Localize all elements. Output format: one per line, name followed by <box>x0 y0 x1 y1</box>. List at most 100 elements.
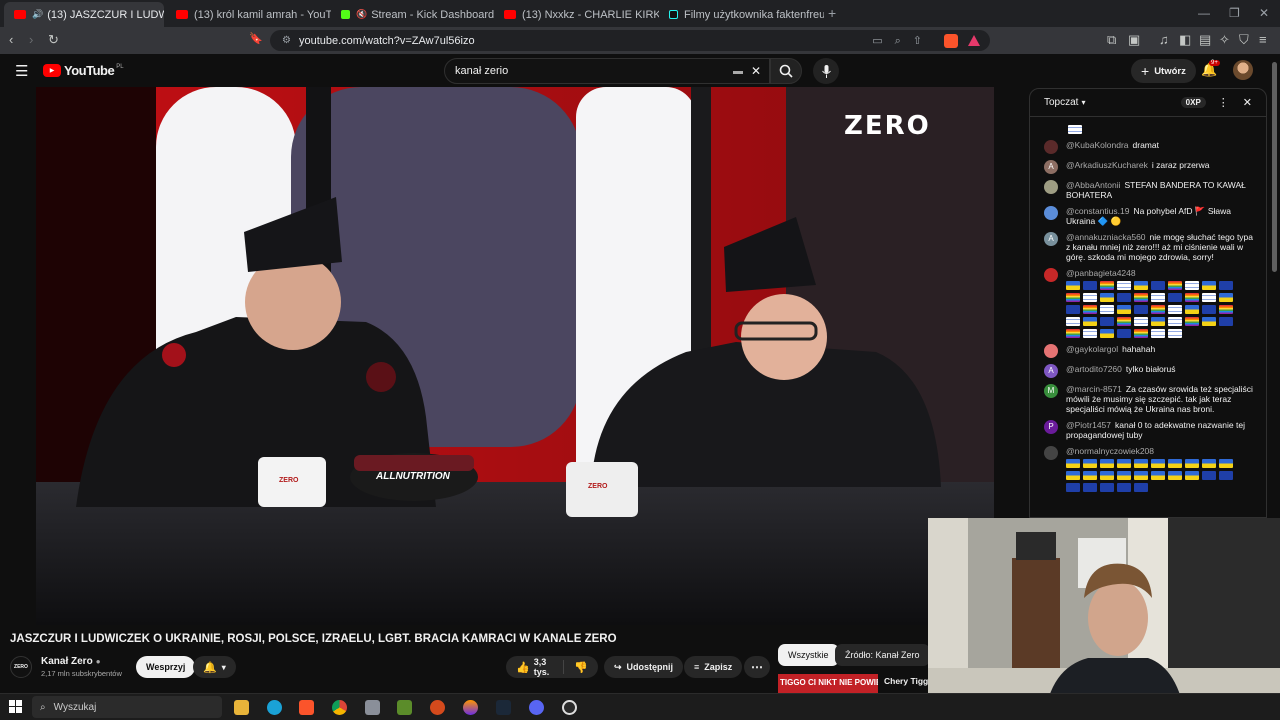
browser-tab-2[interactable]: (13) król kamil amrah - YouTube <box>166 2 331 27</box>
voice-search-button[interactable] <box>813 58 839 84</box>
tab-title: Stream - Kick Dashboard <box>371 8 495 21</box>
edge-icon[interactable] <box>267 700 282 715</box>
brave-rewards-icon[interactable] <box>968 35 980 46</box>
channel-watermark-logo: ZERO <box>844 111 931 141</box>
flags-row <box>1030 117 1266 137</box>
channel-name[interactable]: Kanał Zero ● <box>41 656 101 667</box>
address-bar[interactable]: ⚙ youtube.com/watch?v=ZAw7ul56izo ▭⌕⇧ <box>270 30 990 51</box>
mug-logo-left: ZERO <box>279 477 299 484</box>
youtube-logo[interactable]: ▶ YouTube PL <box>43 63 124 78</box>
brave-icon[interactable] <box>299 700 314 715</box>
chat-mode-dropdown[interactable]: Topczat <box>1044 97 1078 108</box>
like-count: 3,3 tys. <box>533 657 550 677</box>
keyboard-icon[interactable]: ▬ <box>733 66 743 77</box>
chat-avatar <box>1044 344 1058 358</box>
hamburger-menu-icon[interactable]: ☰ <box>15 62 28 80</box>
app-icon[interactable] <box>365 700 380 715</box>
chat-author[interactable]: @constantius.19 <box>1066 206 1129 216</box>
menu-icon[interactable]: ≡ <box>1259 32 1267 47</box>
reload-icon[interactable]: ↻ <box>48 32 59 48</box>
maximize-icon[interactable]: ❐ <box>1229 6 1240 20</box>
chrome-icon[interactable] <box>332 700 347 715</box>
forward-icon[interactable]: › <box>29 32 33 47</box>
address-bar-icons[interactable]: ▭⌕⇧ <box>872 34 934 48</box>
chat-author[interactable]: @normalnyczowiek208 <box>1066 446 1154 456</box>
chevron-down-icon[interactable]: ▾ <box>1081 98 1085 107</box>
dislike-button[interactable]: 👎 <box>564 661 598 674</box>
recommended-thumbnail[interactable]: TIGGO CI NIKT NIE POWIE <box>778 674 878 693</box>
windows-start-icon[interactable] <box>9 700 22 713</box>
channel-avatar[interactable]: ZERO <box>10 656 32 678</box>
like-button[interactable]: 👍 3,3 tys. <box>506 657 565 677</box>
chat-close-icon[interactable]: ✕ <box>1243 96 1252 109</box>
filter-chip-source[interactable]: Źródło: Kanał Zero <box>835 644 930 666</box>
tab-title: Filmy użytkownika faktenfreundlich ( <box>684 8 824 21</box>
browser-tab-4[interactable]: (13) Nxxkz - CHARLIE KIRK FUNK (Of <box>494 2 659 27</box>
chat-author[interactable]: @gaykolargol <box>1066 344 1118 354</box>
save-button[interactable]: ≡ Zapisz <box>684 656 743 678</box>
steam-icon[interactable] <box>496 700 511 715</box>
mug-logo-right: ZERO <box>588 483 608 490</box>
chat-author[interactable]: @Piotr1457 <box>1066 420 1111 430</box>
extensions-icon[interactable]: ⧉ <box>1107 32 1116 48</box>
speaker-icon: 🔊 <box>32 9 44 19</box>
search-input[interactable]: kanał zerio ▬ ✕ <box>444 58 770 84</box>
obs-icon[interactable] <box>562 700 577 715</box>
chat-message: @gaykolargol hahahah <box>1030 341 1266 361</box>
minimize-icon[interactable]: — <box>1198 6 1210 20</box>
chat-author[interactable]: @panbagieta4248 <box>1066 268 1136 278</box>
create-button[interactable]: + Utwórz <box>1131 59 1196 83</box>
back-icon[interactable]: ‹ <box>9 32 13 47</box>
webcam-overlay <box>928 518 1280 720</box>
chat-author[interactable]: @artodito7260 <box>1066 364 1122 374</box>
clear-search-icon[interactable]: ✕ <box>751 64 761 78</box>
search-button[interactable] <box>770 58 802 84</box>
chat-author[interactable]: @ArkadiuszKucharek <box>1066 160 1148 170</box>
wallet-icon[interactable]: ▤ <box>1199 32 1211 48</box>
media-icon[interactable]: ♫ <box>1159 32 1169 47</box>
window-close-icon[interactable]: ✕ <box>1259 6 1269 20</box>
support-button[interactable]: Wesprzyj <box>136 656 196 678</box>
leo-icon[interactable]: ✧ <box>1219 32 1230 48</box>
filter-chip-all[interactable]: Wszystkie <box>778 644 839 666</box>
muted-icon: 🔇 <box>356 9 368 19</box>
subscription-bell-button[interactable]: 🔔 ▾ <box>193 656 236 678</box>
logo-region: PL <box>116 63 124 70</box>
share-button[interactable]: ↪ Udostępnij <box>604 656 684 678</box>
minecraft-icon[interactable] <box>397 700 412 715</box>
chat-avatar: M <box>1044 384 1058 398</box>
screenshot-icon[interactable]: ▣ <box>1128 32 1140 48</box>
account-avatar[interactable] <box>1233 60 1253 80</box>
more-actions-icon[interactable]: ⋯ <box>744 656 770 678</box>
thumb-down-icon: 👎 <box>574 661 588 674</box>
youtube-icon <box>176 10 188 19</box>
new-tab-button[interactable]: + <box>828 5 836 21</box>
site-info-icon[interactable]: ⚙ <box>282 35 291 46</box>
browser-tab-5[interactable]: Filmy użytkownika faktenfreundlich ( <box>659 2 824 27</box>
taskbar-search[interactable]: ⌕ Wyszukaj <box>32 696 222 718</box>
brave-shield-icon[interactable] <box>944 33 958 48</box>
chat-author[interactable]: @annakuzniacka560 <box>1066 232 1146 242</box>
browser-tab-bar: 🔊 (13) JASZCZUR I LUDWICZEK ✕ (13) król … <box>0 0 1280 27</box>
page-scrollbar[interactable] <box>1272 62 1277 272</box>
notification-count-badge: 9+ <box>1209 60 1220 66</box>
browser-tab-3[interactable]: 🔇 Stream - Kick Dashboard <box>331 2 496 27</box>
points-badge[interactable]: 0XP <box>1180 97 1206 108</box>
chat-author[interactable]: @AbbaAntonii <box>1066 180 1120 190</box>
chat-author[interactable]: @KubaKolondra <box>1066 140 1129 150</box>
firefox-icon[interactable] <box>463 700 478 715</box>
microphone-icon <box>821 64 831 78</box>
vpn-icon[interactable]: ⛉ <box>1239 32 1249 48</box>
bookmark-icon[interactable]: 🔖 <box>249 32 263 45</box>
discord-icon[interactable] <box>529 700 544 715</box>
file-explorer-icon[interactable] <box>234 700 249 715</box>
tiktok-icon <box>669 10 678 19</box>
recommended-title[interactable]: Chery Tigg <box>884 676 928 686</box>
video-player[interactable]: ZERO ALLNUTRITION ZERO ZERO <box>36 87 994 625</box>
save-icon: ≡ <box>694 662 700 672</box>
browser-tab-1[interactable]: 🔊 (13) JASZCZUR I LUDWICZEK ✕ <box>4 2 164 27</box>
chat-author[interactable]: @marcin-8571 <box>1066 384 1122 394</box>
sidebar-icon[interactable]: ◧ <box>1179 32 1191 48</box>
chat-more-icon[interactable]: ⋮ <box>1218 96 1229 109</box>
app-icon[interactable] <box>430 700 445 715</box>
